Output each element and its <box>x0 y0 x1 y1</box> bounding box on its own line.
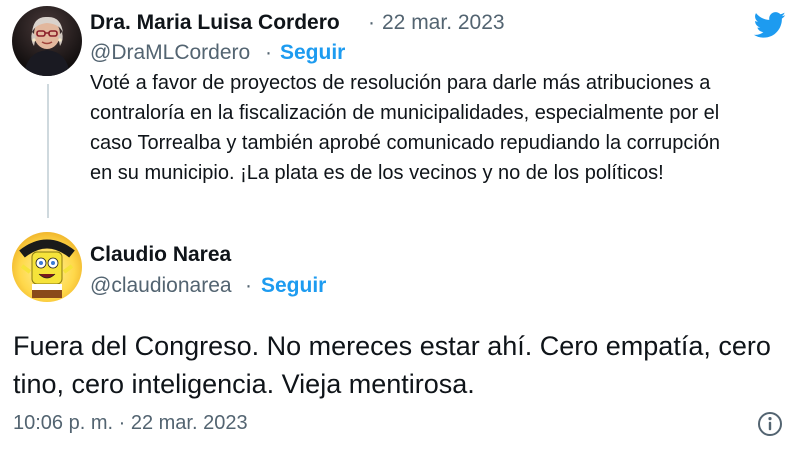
reply-text: Fuera del Congreso. No mereces estar ahí… <box>13 331 771 399</box>
reply-avatar-image <box>12 232 82 302</box>
reply-follow-button[interactable]: Seguir <box>261 274 326 298</box>
info-icon[interactable] <box>756 410 784 438</box>
reply-author-handle[interactable]: @claudionarea <box>90 274 232 298</box>
tweet-text: Voté a favor de proyectos de resolución … <box>90 72 721 184</box>
reply-handle-separator: · <box>245 274 252 297</box>
reply-author-avatar[interactable] <box>12 232 82 302</box>
twitter-bird-icon[interactable] <box>752 9 788 41</box>
reply-author-name[interactable]: Claudio Narea <box>90 243 231 267</box>
tweet-handle-separator: · <box>265 41 272 64</box>
thread-connector-line <box>47 84 49 218</box>
tweet-follow-button[interactable]: Seguir <box>280 41 345 65</box>
tweet-author-name[interactable]: Dra. Maria Luisa Cordero <box>90 11 340 35</box>
tweet-date[interactable]: 22 mar. 2023 <box>382 11 505 35</box>
author-avatar-image <box>12 6 82 76</box>
reply-timestamp[interactable]: 10:06 p. m. · 22 mar. 2023 <box>13 412 248 435</box>
author-avatar[interactable] <box>12 6 82 76</box>
tweet-author-handle[interactable]: @DraMLCordero <box>90 41 250 65</box>
tweet-separator: · <box>368 11 375 34</box>
